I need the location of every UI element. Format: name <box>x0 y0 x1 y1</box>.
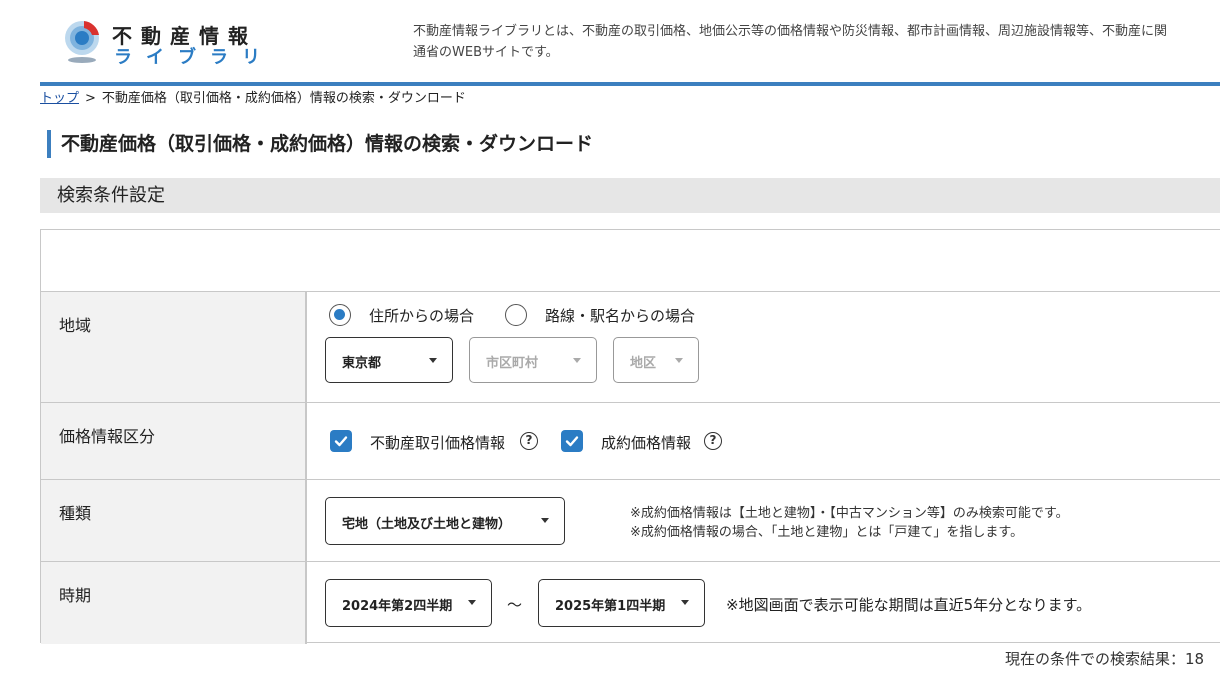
period-to-select[interactable]: 2025年第1四半期 <box>538 579 705 627</box>
search-conditions-header: 検索条件設定 <box>40 178 1220 213</box>
checkbox-transaction-price-label[interactable]: 不動産取引価格情報 <box>370 432 505 453</box>
period-from-value: 2024年第2四半期 <box>342 599 453 614</box>
form-row-price-type: 価格情報区分 不動産取引価格情報 ? 成約価格情報 ? <box>41 402 1220 479</box>
page-title: 不動産価格（取引価格・成約価格）情報の検索・ダウンロード <box>47 130 593 158</box>
check-icon <box>565 436 579 447</box>
search-form-table: 地域 住所からの場合 路線・駅名からの場合 東京都 市区町村 地区 価格情報区分… <box>40 229 1220 644</box>
region-label: 地域 <box>59 316 92 335</box>
check-icon <box>334 436 348 447</box>
breadcrumb: トップ > 不動産価格（取引価格・成約価格）情報の検索・ダウンロード <box>40 87 466 106</box>
site-description-line2: 通省のWEBサイトです。 <box>413 45 559 60</box>
kind-notes: ※成約価格情報は【土地と建物】・【中古マンション等】のみ検索可能です。 ※成約価… <box>630 504 1069 542</box>
district-select[interactable]: 地区 <box>613 337 699 383</box>
period-to-value: 2025年第1四半期 <box>555 599 666 614</box>
radio-station-label[interactable]: 路線・駅名からの場合 <box>545 305 695 326</box>
checkbox-contract-price[interactable] <box>561 430 583 452</box>
help-icon[interactable]: ? <box>704 432 722 450</box>
logo-text-bottom: ライブラリ <box>114 47 274 68</box>
price-type-label: 価格情報区分 <box>59 427 156 446</box>
breadcrumb-home-link[interactable]: トップ <box>40 91 79 106</box>
form-row-kind: 種類 宅地（土地及び土地と建物） ※成約価格情報は【土地と建物】・【中古マンショ… <box>41 479 1220 561</box>
period-note: ※地図画面で表示可能な期間は直近5年分となります。 <box>726 596 1092 614</box>
search-result-count: 現在の条件での検索結果：18 <box>1005 650 1205 668</box>
breadcrumb-current: 不動産価格（取引価格・成約価格）情報の検索・ダウンロード <box>101 91 466 106</box>
site-header: 不動産情報 ライブラリ 不動産情報ライブラリとは、不動産の取引価格、地価公示等の… <box>0 0 1220 82</box>
row-label-price-type: 価格情報区分 <box>41 403 307 479</box>
kind-label: 種類 <box>59 504 92 523</box>
section-title: 検索条件設定 <box>57 185 165 206</box>
logo-mark-icon <box>65 21 99 63</box>
row-label-region: 地域 <box>41 292 307 402</box>
prefecture-value: 東京都 <box>342 356 382 371</box>
checkbox-transaction-price[interactable] <box>330 430 352 452</box>
district-value: 地区 <box>630 356 657 371</box>
radio-address[interactable] <box>329 304 351 326</box>
period-from-select[interactable]: 2024年第2四半期 <box>325 579 492 627</box>
city-value: 市区町村 <box>486 356 539 371</box>
kind-value: 宅地（土地及び土地と建物） <box>342 517 512 532</box>
chevron-down-icon <box>541 518 549 523</box>
city-select[interactable]: 市区町村 <box>469 337 597 383</box>
kind-select[interactable]: 宅地（土地及び土地と建物） <box>325 497 565 545</box>
site-description: 不動産情報ライブラリとは、不動産の取引価格、地価公示等の価格情報や防災情報、都市… <box>413 21 1220 63</box>
checkbox-contract-price-label[interactable]: 成約価格情報 <box>601 432 691 453</box>
site-description-line1: 不動産情報ライブラリとは、不動産の取引価格、地価公示等の価格情報や防災情報、都市… <box>413 24 1168 39</box>
period-label: 時期 <box>59 586 92 605</box>
chevron-down-icon <box>429 358 437 363</box>
radio-station[interactable] <box>505 304 527 326</box>
form-row-empty <box>41 230 1220 291</box>
kind-note-2: ※成約価格情報の場合、「土地と建物」とは「戸建て」を指します。 <box>630 525 1024 540</box>
row-label-kind: 種類 <box>41 480 307 561</box>
form-row-region: 地域 住所からの場合 路線・駅名からの場合 東京都 市区町村 地区 <box>41 291 1220 402</box>
header-divider <box>40 82 1220 86</box>
period-tilde: ～ <box>507 596 523 614</box>
chevron-down-icon <box>573 358 581 363</box>
prefecture-select[interactable]: 東京都 <box>325 337 453 383</box>
kind-note-1: ※成約価格情報は【土地と建物】・【中古マンション等】のみ検索可能です。 <box>630 506 1069 521</box>
breadcrumb-separator: > <box>85 91 96 106</box>
chevron-down-icon <box>675 358 683 363</box>
help-icon[interactable]: ? <box>520 432 538 450</box>
chevron-down-icon <box>468 600 476 605</box>
chevron-down-icon <box>681 600 689 605</box>
radio-address-label[interactable]: 住所からの場合 <box>369 305 474 326</box>
site-logo[interactable]: 不動産情報 ライブラリ <box>62 18 292 68</box>
form-row-period: 時期 2024年第2四半期 ～ 2025年第1四半期 ※地図画面で表示可能な期間… <box>41 561 1220 644</box>
row-label-period: 時期 <box>41 562 307 644</box>
